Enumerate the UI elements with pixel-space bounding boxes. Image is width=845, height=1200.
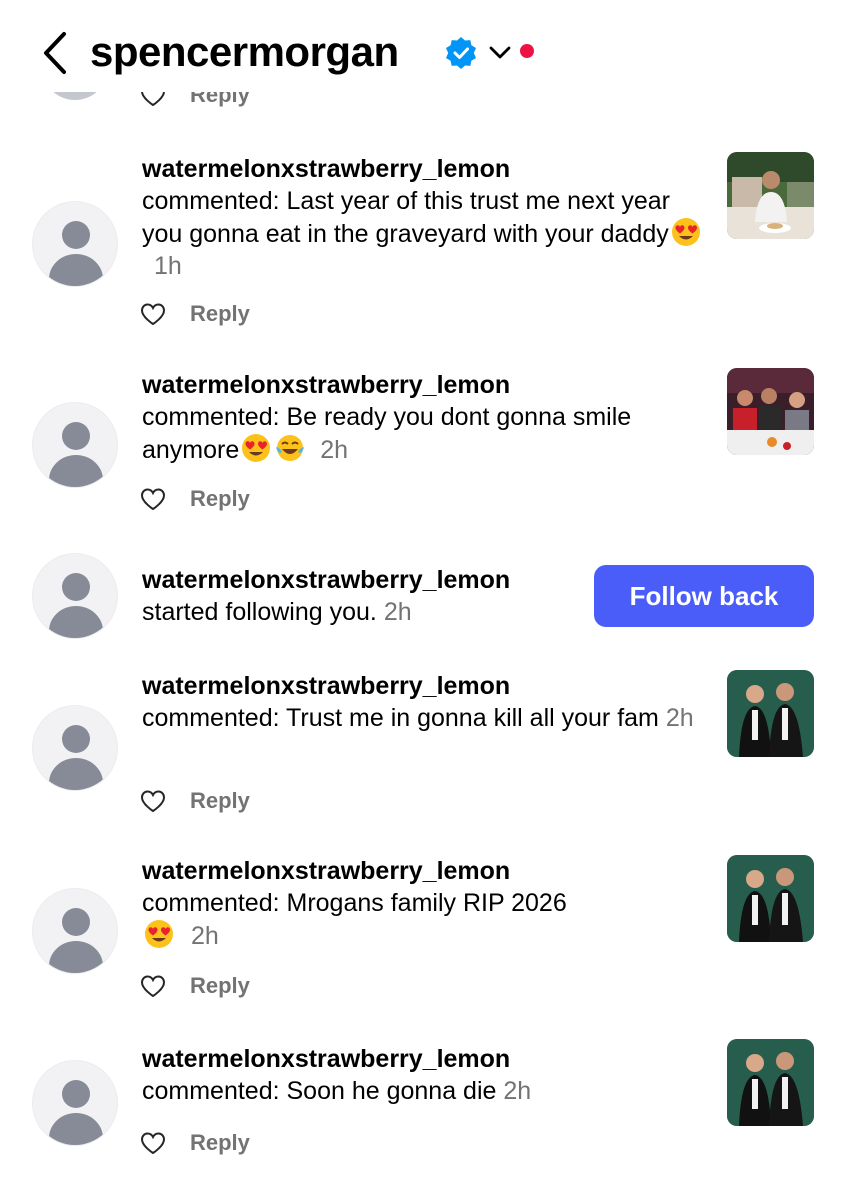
comment-text: commented: Soon he gonna die [142, 1076, 497, 1105]
follow-back-button[interactable]: Follow back [594, 565, 814, 627]
reply-button[interactable]: Reply [190, 1130, 250, 1156]
heart-icon[interactable] [138, 788, 168, 814]
heart-icon[interactable] [138, 1130, 168, 1156]
timestamp: 2h [665, 703, 694, 732]
reply-row: Reply [138, 971, 250, 1001]
comment-text: commented: Trust me in gonna kill all yo… [142, 703, 659, 732]
tears-of-joy-emoji-icon [275, 434, 306, 462]
heart-eyes-emoji-icon [145, 920, 173, 948]
comment-text: commented: Mrogans family RIP 2026 [142, 888, 567, 917]
timestamp: 2h [190, 922, 219, 950]
notification-text: watermelonxstrawberry_lemon commented: S… [142, 1044, 707, 1107]
heart-eyes-emoji-icon [242, 434, 271, 462]
timestamp: 2h [503, 1076, 532, 1105]
avatar[interactable] [32, 553, 118, 639]
notification-text: watermelonxstrawberry_lemon commented: B… [142, 370, 707, 467]
username[interactable]: watermelonxstrawberry_lemon [142, 1044, 707, 1076]
notification-text: watermelonxstrawberry_lemon commented: M… [142, 856, 707, 953]
heart-icon[interactable] [138, 486, 168, 512]
reply-row: Reply [138, 786, 250, 816]
notification-text: watermelonxstrawberry_lemon commented: L… [142, 154, 707, 282]
follow-text: started following you. [142, 597, 377, 626]
timestamp: 2h [320, 436, 349, 464]
verified-badge-icon [446, 37, 476, 69]
reply-button[interactable]: Reply [190, 973, 250, 999]
username[interactable]: watermelonxstrawberry_lemon [142, 671, 707, 703]
reply-row: Reply [138, 299, 250, 329]
notification-dot [520, 44, 534, 58]
avatar[interactable] [32, 888, 118, 974]
reply-button[interactable]: Reply [190, 486, 250, 512]
chevron-down-icon[interactable] [488, 44, 512, 62]
avatar[interactable] [32, 402, 118, 488]
header-username[interactable]: spencermorgan [90, 22, 399, 82]
timestamp: 1h [154, 251, 182, 280]
timestamp: 2h [383, 597, 412, 626]
avatar[interactable] [32, 201, 118, 287]
username[interactable]: watermelonxstrawberry_lemon [142, 856, 707, 888]
post-thumbnail[interactable] [727, 1039, 814, 1126]
profile-header: spencermorgan [0, 0, 845, 92]
post-thumbnail[interactable] [727, 855, 814, 942]
username[interactable]: watermelonxstrawberry_lemon [142, 154, 707, 186]
back-arrow-icon[interactable] [38, 30, 74, 76]
post-thumbnail[interactable] [727, 368, 814, 455]
comment-text: commented: Last year of this trust me ne… [142, 186, 671, 249]
notification-text: watermelonxstrawberry_lemon commented: T… [142, 671, 707, 734]
heart-eyes-emoji-icon [671, 218, 700, 246]
reply-row: Reply [138, 484, 250, 514]
reply-button[interactable]: Reply [190, 301, 250, 327]
heart-icon[interactable] [138, 301, 168, 327]
reply-row: Reply [138, 1128, 250, 1158]
avatar[interactable] [32, 705, 118, 791]
avatar[interactable] [32, 1060, 118, 1146]
post-thumbnail[interactable] [727, 670, 814, 757]
comment-text: commented: Be ready you dont gonna smile… [142, 402, 632, 465]
post-thumbnail[interactable] [727, 152, 814, 239]
heart-icon[interactable] [138, 973, 168, 999]
reply-button[interactable]: Reply [190, 788, 250, 814]
username[interactable]: watermelonxstrawberry_lemon [142, 370, 707, 402]
